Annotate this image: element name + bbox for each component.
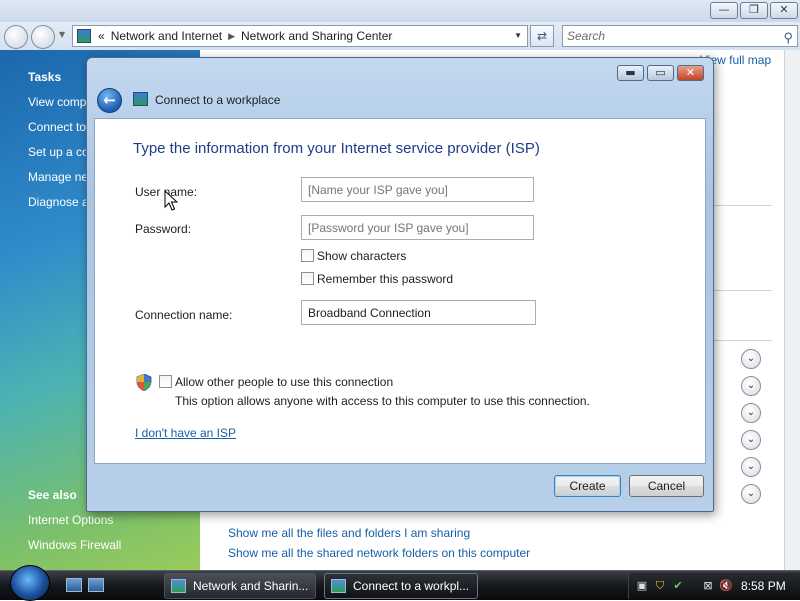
tasks-heading: Tasks	[28, 70, 62, 84]
uac-shield-icon	[136, 374, 152, 391]
switch-windows-icon[interactable]	[88, 578, 104, 592]
back-button[interactable]	[4, 25, 28, 49]
breadcrumb-separator-icon[interactable]: ▶	[225, 31, 238, 42]
expand-chevron-icon[interactable]: ⌄	[741, 349, 761, 369]
task-set-up-connection[interactable]: Set up a co	[28, 145, 89, 159]
expand-chevron-icon[interactable]: ⌄	[741, 376, 761, 396]
show-shared-files-link[interactable]: Show me all the files and folders I am s…	[228, 526, 470, 540]
taskbar-item-label: Connect to a workpl...	[353, 579, 470, 593]
dialog-minimize-button[interactable]: ▬	[617, 65, 644, 81]
close-button[interactable]: ✕	[770, 2, 798, 19]
task-connect-to-network[interactable]: Connect to	[28, 120, 86, 134]
search-input[interactable]: Search ⚲	[562, 25, 798, 47]
remember-password-label[interactable]: Remember this password	[317, 272, 453, 286]
task-diagnose-and-repair[interactable]: Diagnose a	[28, 195, 89, 209]
address-prefix[interactable]: «	[95, 29, 108, 43]
connection-name-field[interactable]	[301, 300, 536, 325]
taskbar: Network and Sharin... Connect to a workp…	[0, 565, 800, 601]
dialog-close-button[interactable]: ✕	[677, 65, 704, 81]
expand-chevron-icon[interactable]: ⌄	[741, 403, 761, 423]
start-button[interactable]	[10, 565, 50, 601]
network-wizard-icon	[133, 92, 148, 106]
allow-others-label[interactable]: Allow other people to use this connectio…	[175, 375, 393, 389]
show-characters-checkbox[interactable]	[301, 249, 314, 262]
volume-muted-icon[interactable]: 🔇	[719, 579, 733, 593]
create-button[interactable]: Create	[554, 475, 621, 497]
taskbar-item-network-sharing[interactable]: Network and Sharin...	[164, 573, 316, 599]
recent-pages-chevron-icon[interactable]: ▼	[59, 30, 65, 39]
refresh-button[interactable]: ⇄	[530, 25, 554, 47]
show-shared-folders-link[interactable]: Show me all the shared network folders o…	[228, 546, 530, 560]
expand-chevron-icon[interactable]: ⌄	[741, 430, 761, 450]
search-placeholder: Search	[567, 29, 606, 43]
wizard-icon	[331, 579, 346, 593]
network-icon	[77, 29, 91, 43]
maximize-button[interactable]: ❐	[740, 2, 768, 19]
network-status-icon[interactable]: ⊠	[701, 579, 715, 593]
password-field[interactable]	[301, 215, 534, 240]
explorer-scrollbar[interactable]	[784, 50, 800, 570]
section-divider	[712, 340, 772, 341]
check-icon[interactable]: ✔	[671, 579, 685, 593]
explorer-titlebar: — ❐ ✕	[0, 0, 800, 22]
connection-name-label: Connection name:	[135, 308, 233, 322]
back-arrow-icon[interactable]: ←	[97, 88, 122, 113]
address-dropdown-icon[interactable]: ▼	[514, 31, 522, 40]
section-divider	[712, 290, 772, 291]
taskbar-item-connect-workplace[interactable]: Connect to a workpl...	[324, 573, 478, 599]
dialog-heading: Type the information from your Internet …	[133, 140, 540, 157]
allow-others-checkbox[interactable]	[159, 375, 172, 388]
navigation-bar: ▼ « Network and Internet ▶ Network and S…	[0, 22, 800, 50]
dialog-maximize-button[interactable]: ▭	[647, 65, 674, 81]
taskbar-item-label: Network and Sharin...	[193, 579, 309, 593]
cancel-button[interactable]: Cancel	[629, 475, 704, 497]
see-also-heading: See also	[28, 488, 77, 502]
clock[interactable]: 8:58 PM	[741, 579, 786, 593]
expand-chevron-icon[interactable]: ⌄	[741, 457, 761, 477]
show-characters-label[interactable]: Show characters	[317, 249, 406, 263]
mouse-cursor-icon	[164, 190, 178, 211]
system-tray: ▣ ⛉ ✔ ⊠ 🔇 8:58 PM	[628, 573, 800, 599]
section-divider	[712, 205, 772, 206]
no-isp-link[interactable]: I don't have an ISP	[135, 426, 236, 440]
expand-chevron-icon[interactable]: ⌄	[741, 484, 761, 504]
remember-password-checkbox[interactable]	[301, 272, 314, 285]
search-icon[interactable]: ⚲	[783, 28, 793, 48]
password-label: Password:	[135, 222, 192, 236]
allow-others-description: This option allows anyone with access to…	[175, 394, 590, 408]
task-view-computers[interactable]: View comp	[28, 95, 86, 109]
forward-button[interactable]	[31, 25, 55, 49]
dialog-body: Type the information from your Internet …	[94, 118, 706, 464]
internet-options-link[interactable]: Internet Options	[28, 513, 113, 527]
show-desktop-icon[interactable]	[66, 578, 82, 592]
username-field[interactable]	[301, 177, 534, 202]
breadcrumb-network-and-internet[interactable]: Network and Internet	[108, 29, 225, 43]
network-tray-icon[interactable]: ▣	[635, 579, 649, 593]
connect-to-workplace-dialog: ▬ ▭ ✕ ← Connect to a workplace Type the …	[86, 57, 714, 512]
minimize-button[interactable]: —	[710, 2, 738, 19]
breadcrumb-network-and-sharing-center[interactable]: Network and Sharing Center	[238, 29, 395, 43]
security-shield-icon[interactable]: ⛉	[653, 579, 667, 593]
dialog-title: Connect to a workplace	[155, 93, 281, 107]
network-icon	[171, 579, 186, 593]
task-manage-networks[interactable]: Manage ne	[28, 170, 88, 184]
windows-firewall-link[interactable]: Windows Firewall	[28, 538, 121, 552]
address-bar[interactable]: « Network and Internet ▶ Network and Sha…	[72, 25, 528, 47]
